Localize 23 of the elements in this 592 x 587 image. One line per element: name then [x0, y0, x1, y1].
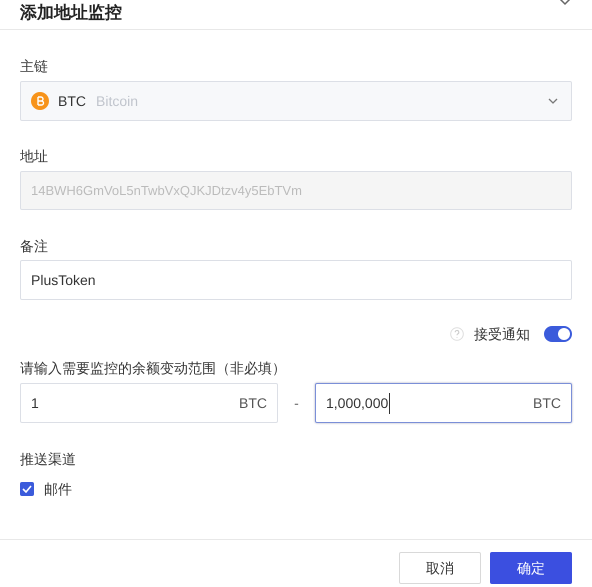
max-amount-field[interactable]: 1,000,000 BTC: [315, 383, 572, 423]
chain-symbol: BTC: [58, 92, 86, 110]
range-separator: -: [293, 394, 300, 412]
field-label: 主链: [20, 57, 49, 76]
notify-label: 接受通知: [474, 324, 530, 344]
cancel-button[interactable]: 取消: [399, 552, 481, 584]
max-amount-value: 1,000,000: [326, 392, 390, 414]
note-field[interactable]: PlusToken: [20, 260, 572, 300]
chevron-down-icon: [548, 98, 558, 104]
unit-label: BTC: [533, 394, 561, 412]
field-label: 请输入需要监控的余额变动范围（非必填）: [20, 359, 287, 378]
dialog-title: 添加地址监控: [20, 3, 122, 23]
coin-icon: [31, 92, 49, 110]
field-label: 备注: [20, 237, 49, 256]
field-label: 推送渠道: [20, 450, 77, 469]
field-label: 地址: [20, 147, 49, 166]
min-amount-value: 1: [31, 394, 39, 412]
confirm-button[interactable]: 确定: [490, 552, 572, 584]
notify-toggle[interactable]: [544, 326, 572, 342]
min-amount-field[interactable]: 1 BTC: [20, 383, 278, 423]
checkbox-label: 邮件: [44, 480, 72, 498]
unit-label: BTC: [239, 394, 267, 412]
checkbox[interactable]: [20, 482, 34, 496]
